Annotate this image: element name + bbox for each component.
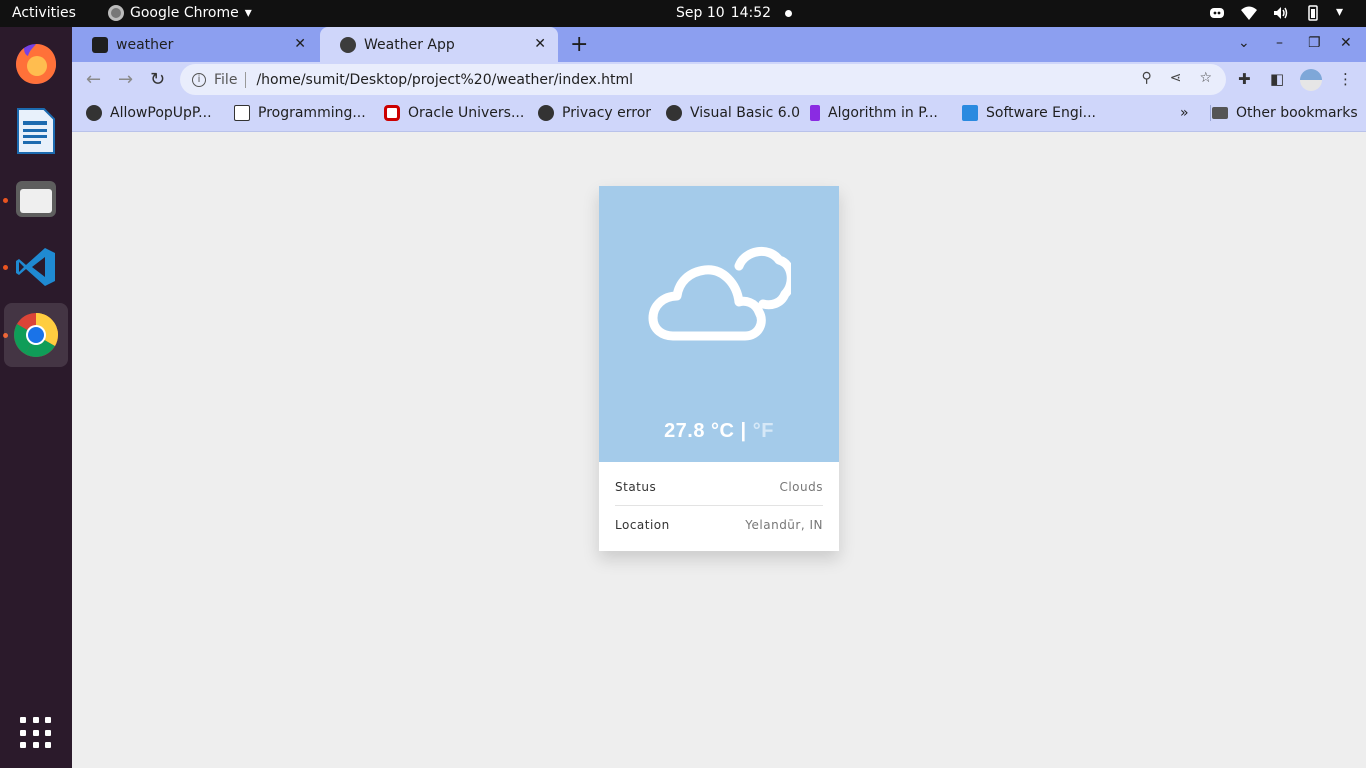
- codepen-icon: [92, 36, 108, 53]
- discord-icon[interactable]: [1208, 4, 1226, 22]
- window-close-icon[interactable]: ✕: [1340, 35, 1352, 51]
- status-row: Status Clouds: [615, 469, 823, 506]
- tab-search-chevron-icon[interactable]: ⌄: [1238, 35, 1250, 51]
- show-applications-icon[interactable]: [20, 717, 52, 749]
- bookmark-item[interactable]: Programming...: [234, 105, 366, 121]
- status-value: Clouds: [779, 480, 823, 494]
- site-icon: [962, 105, 978, 121]
- dock-chrome[interactable]: [4, 303, 68, 367]
- bookmark-item[interactable]: Oracle Univers...: [384, 105, 524, 121]
- location-value: Yelandūr, IN: [745, 517, 823, 532]
- globe-icon: [666, 105, 682, 121]
- volume-icon[interactable]: [1272, 4, 1290, 22]
- temperature-display: 27.8 °C | °F: [599, 420, 839, 443]
- location-row: Location Yelandūr, IN: [615, 506, 823, 543]
- bookmark-label: Oracle Univers...: [408, 105, 525, 121]
- bookmark-item[interactable]: Visual Basic 6.0: [666, 105, 800, 121]
- kebab-menu-icon[interactable]: ⋮: [1338, 70, 1353, 88]
- dock-files[interactable]: [4, 167, 68, 231]
- clock-date: Sep 10: [676, 5, 725, 21]
- vscode-icon: [16, 248, 55, 286]
- cloud-icon: [648, 247, 791, 341]
- writer-document-icon: [17, 108, 55, 154]
- close-icon[interactable]: ✕: [294, 36, 306, 52]
- tab-weather-app[interactable]: Weather App ✕: [320, 27, 558, 62]
- location-label: Location: [615, 517, 670, 532]
- chrome-icon: [14, 313, 58, 357]
- browser-toolbar: ← → ↻ i File /home/sumit/Desktop/project…: [72, 62, 1366, 98]
- weather-sky-panel: 27.8 °C | °F: [599, 186, 839, 462]
- bookmarks-bar: AllowPopUpP... Programming... Oracle Uni…: [72, 98, 1366, 132]
- system-menu-chevron-icon[interactable]: ▾: [1336, 4, 1354, 22]
- other-bookmarks[interactable]: Other bookmarks: [1210, 105, 1358, 121]
- folder-icon: [1212, 107, 1228, 119]
- tab-title: weather: [116, 36, 174, 53]
- bookmark-item[interactable]: Privacy error: [538, 105, 651, 121]
- bookmarks-overflow-chevron-icon[interactable]: »: [1180, 105, 1189, 121]
- notification-dot-icon: [785, 9, 793, 17]
- back-arrow-icon[interactable]: ←: [86, 69, 101, 90]
- app-menu[interactable]: Google Chrome ▾: [108, 5, 252, 21]
- bookmark-item[interactable]: Software Engi...: [962, 105, 1096, 121]
- bookmark-label: Programming...: [258, 105, 366, 121]
- p-icon: [810, 105, 820, 121]
- reload-icon[interactable]: ↻: [150, 69, 165, 90]
- weather-card: 27.8 °C | °F Status Clouds Location Yela…: [599, 186, 839, 551]
- app-menu-label: Google Chrome: [130, 5, 239, 21]
- side-panel-icon[interactable]: ◧: [1270, 70, 1284, 88]
- fahrenheit-toggle[interactable]: °F: [753, 420, 774, 442]
- oracle-icon: [384, 105, 400, 121]
- scheme-label: File: [214, 71, 247, 88]
- dock-vscode[interactable]: [4, 235, 68, 299]
- temperature-celsius: 27.8 °C |: [664, 420, 747, 442]
- page-viewport: 27.8 °C | °F Status Clouds Location Yela…: [72, 132, 1366, 768]
- browser-window: weather ✕ Weather App ✕ + ⌄ – ❐ ✕ ← → ↻ …: [72, 27, 1366, 768]
- firefox-icon: [16, 44, 57, 84]
- extensions-puzzle-icon[interactable]: ✚: [1238, 70, 1251, 88]
- globe-icon: [340, 36, 356, 53]
- system-top-bar: Activities Google Chrome ▾ Sep 10 14:52 …: [0, 0, 1366, 27]
- bookmark-item[interactable]: AllowPopUpP...: [86, 105, 212, 121]
- tab-title: Weather App: [364, 36, 455, 53]
- restore-icon[interactable]: ❐: [1308, 35, 1321, 51]
- folder-icon: [16, 181, 56, 217]
- bookmark-label: Software Engi...: [986, 105, 1097, 121]
- url-text[interactable]: /home/sumit/Desktop/project%20/weather/i…: [256, 72, 633, 88]
- status-label: Status: [615, 480, 657, 494]
- wifi-icon[interactable]: [1240, 4, 1258, 22]
- bookmark-label: Visual Basic 6.0: [690, 105, 801, 121]
- globe-icon: [86, 105, 102, 121]
- bookmark-star-icon[interactable]: ☆: [1199, 70, 1212, 86]
- site-info-icon[interactable]: i: [192, 72, 206, 87]
- clock[interactable]: Sep 10 14:52: [676, 5, 793, 21]
- bookmark-item[interactable]: Algorithm in P...: [810, 105, 938, 121]
- minimize-icon[interactable]: –: [1276, 35, 1283, 51]
- globe-icon: [538, 105, 554, 121]
- close-icon[interactable]: ✕: [534, 36, 546, 52]
- profile-avatar[interactable]: [1300, 69, 1322, 91]
- chrome-icon: [108, 5, 124, 21]
- dock-libreoffice-writer[interactable]: [4, 99, 68, 163]
- tab-weather[interactable]: weather ✕: [72, 27, 318, 62]
- book-icon: [234, 105, 250, 121]
- tab-strip: weather ✕ Weather App ✕ + ⌄ – ❐ ✕: [72, 27, 1366, 62]
- chevron-down-icon: ▾: [244, 5, 252, 21]
- dock: [0, 27, 72, 768]
- address-bar[interactable]: i File /home/sumit/Desktop/project%20/we…: [180, 64, 1226, 95]
- location-pin-icon[interactable]: ⚲: [1141, 70, 1151, 86]
- battery-icon[interactable]: [1304, 4, 1322, 22]
- new-tab-plus-icon[interactable]: +: [570, 32, 588, 57]
- dock-firefox[interactable]: [4, 31, 68, 95]
- bookmark-label: AllowPopUpP...: [110, 105, 212, 121]
- bookmark-label: Privacy error: [562, 105, 652, 121]
- system-tray[interactable]: ▾: [1208, 4, 1354, 22]
- clock-time: 14:52: [730, 5, 772, 21]
- bookmark-label: Algorithm in P...: [828, 105, 938, 121]
- other-bookmarks-label: Other bookmarks: [1236, 105, 1358, 121]
- activities-button[interactable]: Activities: [12, 5, 76, 21]
- forward-arrow-icon[interactable]: →: [118, 69, 133, 90]
- share-icon[interactable]: ⋖: [1170, 70, 1182, 86]
